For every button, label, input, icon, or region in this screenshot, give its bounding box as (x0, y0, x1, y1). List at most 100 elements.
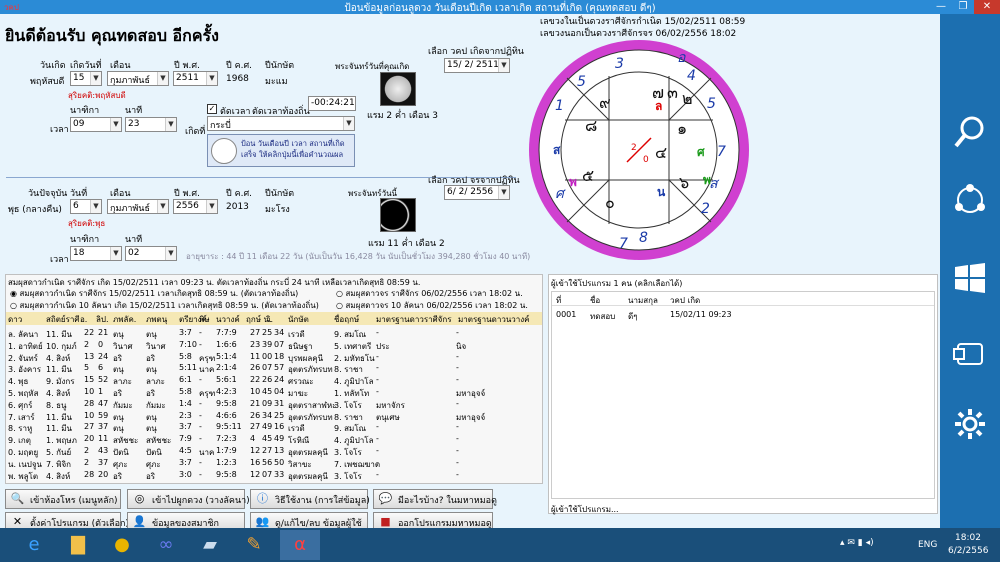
table-cell: 5:8 (179, 387, 192, 396)
radio-birth-10-lagna[interactable]: ○ สมผุสดาวกำเนิด 10 ลัคนา เกิด 15/02/251… (10, 299, 319, 312)
chevron-down-icon: ▼ (110, 247, 121, 260)
devices-icon[interactable] (952, 336, 988, 372)
today-minute-label: นาที (125, 235, 143, 245)
users-panel: ผู้เข้าใช้โปรแกรม 1 คน (คลิกเลือกได้) ที… (548, 274, 938, 514)
tray-icons[interactable]: ▴ ✉ ▮ ◂) (840, 538, 874, 548)
welcome-heading: ยินดีต้อนรับ คุณทดสอบ อีกครั้ง (5, 26, 219, 45)
center-bottom: 0 (643, 155, 649, 165)
table-cell: 10 (250, 387, 261, 396)
today-calendar-select[interactable]: 6/ 2/ 2556 ▼ (444, 185, 510, 200)
table-header: ดาว สถิตย์ราศี อ. ลิป. ภพลัค. ภพตนุ ตรียางค์ พิ… (6, 312, 542, 325)
birth-minute-select[interactable]: 23 ▼ (125, 117, 177, 132)
how-to-use-button[interactable]: ⓘ วิธีใช้งาน (การใส่ข้อมูล) (250, 489, 370, 509)
inner-num-8: ๐ (605, 193, 615, 212)
table-cell: 2 (84, 339, 90, 349)
table-cell: อุตตรผลคุนี (288, 471, 328, 481)
table-cell: 27 (250, 328, 261, 337)
calculate-button[interactable]: ป้อน วันเดือนปี เวลา สถานที่เกิด เสร็จ ใ… (207, 134, 355, 167)
radio-transit-10-lagna[interactable]: ○ สมผุสดาวจร 10 ลัคนา 06/02/2556 เวลา 18… (336, 299, 528, 312)
minimize-button[interactable]: — (930, 0, 952, 14)
language-indicator[interactable]: ENG (918, 540, 937, 550)
file-explorer-icon[interactable]: ▇ (58, 530, 98, 560)
birth-year-label: ปี พ.ศ. (174, 61, 200, 71)
chrome-icon[interactable]: ● (102, 530, 142, 560)
today-moon-image (380, 198, 416, 232)
mark-5: ส (553, 143, 561, 157)
today-month-select[interactable]: กุมภาพันธ์ ▼ (107, 199, 169, 214)
start-icon[interactable] (952, 260, 988, 296)
table-cell: อริ (146, 471, 156, 481)
table-cell: 15 (84, 375, 95, 385)
birth-year-select[interactable]: 2511 ▼ (173, 71, 218, 86)
table-cell: - (456, 363, 459, 373)
chevron-down-icon: ▼ (157, 72, 168, 85)
maximize-button[interactable]: ❐ (952, 0, 974, 14)
table-row[interactable]: พ. พลูโต 4. สิงห์ 28 20 อริ อริ 3:0-9:5:8 12 07 3… (6, 469, 542, 482)
table-cell: 28 (84, 398, 95, 408)
zodiac-wheel-icon (211, 138, 237, 164)
table-header-cell: ชื่อฤกษ์ (334, 315, 360, 324)
table-cell: 24 (98, 351, 109, 361)
main-menu-button[interactable]: 🔍 เข้าห้องโหร (เมนูหลัก) (5, 489, 121, 509)
table-cell: 10 (84, 410, 95, 420)
clock-date[interactable]: 6/2/2556 (948, 546, 988, 556)
users-table-row[interactable]: 0001 ทดสอบ ดีๆ 15/02/11 09:23 (552, 308, 934, 322)
paint-icon[interactable]: ✎ (234, 530, 274, 560)
table-cell: 3:0 (179, 469, 192, 479)
table-cell: - (376, 375, 379, 385)
today-year-select[interactable]: 2556 ▼ (173, 199, 218, 214)
table-cell: 3. โจโร (334, 471, 362, 481)
share-icon[interactable] (952, 182, 988, 218)
today-minute-select[interactable]: 02 ▼ (125, 246, 177, 261)
table-cell: 12 (250, 446, 261, 455)
table-header-cell: ภพตนุ (146, 315, 168, 324)
search-icon[interactable] (952, 114, 988, 150)
inner-num-5: ๕ (582, 166, 594, 185)
local-offset-field[interactable]: -00:24:21 (308, 96, 356, 111)
infinity-icon[interactable]: ∞ (146, 530, 186, 560)
birth-moon-image (380, 72, 416, 106)
table-cell: 47 (98, 398, 109, 408)
table-cell: 45 (262, 434, 273, 444)
table-cell: 26 (250, 410, 261, 420)
birth-date-select[interactable]: 15 ▼ (70, 71, 102, 86)
table-cell: 1:4 (179, 398, 192, 408)
table-cell: - (456, 351, 459, 361)
birth-calendar-select[interactable]: 15/ 2/ 2511 ▼ (444, 58, 510, 73)
notepad-icon[interactable]: ▰ (190, 530, 230, 560)
ie-icon[interactable]: e (14, 530, 54, 560)
today-hour-select[interactable]: 18 ▼ (70, 246, 122, 261)
birth-month-select[interactable]: กุมภาพันธ์ ▼ (107, 71, 169, 86)
table-cell: 6:1 (179, 375, 192, 385)
settings-gear-icon[interactable] (952, 406, 988, 442)
horoscope-wheel[interactable]: 2 0 5 3 4 5 1 7 2 8 7 ศ อ ส ๙ ๗ ๔ ๒ ๑ ๕ … (527, 38, 751, 262)
astrology-app-icon[interactable]: α (280, 530, 320, 560)
outer-num-7: 8 (639, 230, 648, 246)
table-header-cell: วิ. (266, 315, 274, 324)
today-date-select[interactable]: 6 ▼ (70, 199, 102, 214)
table-header-cell: อ. (80, 315, 88, 324)
table-cell: 5 (84, 363, 90, 373)
birth-place-select[interactable]: กระบี่ ▼ (207, 116, 355, 131)
table-cell: 10 (84, 387, 95, 396)
mark-1: พ (569, 175, 577, 189)
chevron-down-icon: ▼ (165, 118, 176, 131)
table-cell: 37 (98, 422, 109, 432)
table-cell: 25 (274, 410, 285, 420)
table-cell: 2:3 (179, 410, 192, 420)
mark-0: ล (655, 99, 662, 113)
close-button[interactable]: ✕ (974, 0, 1000, 14)
table-cell: 2:1:4 (216, 363, 237, 373)
clock-time[interactable]: 18:02 (955, 533, 981, 543)
table-header-cell: มาตรฐานดาวนวางค์ (458, 315, 530, 324)
chevron-down-icon: ▼ (498, 186, 509, 199)
cut-time-checkbox[interactable]: ✓ (207, 104, 217, 114)
birth-minute-label: นาที (125, 106, 143, 116)
birth-hour-select[interactable]: 09 ▼ (70, 117, 122, 132)
table-cell: 13 (274, 446, 285, 455)
table-cell: - (199, 339, 202, 349)
table-cell: 5:1:4 (216, 351, 237, 361)
cast-chart-button[interactable]: ◎ เข้าไปผูกดวง (วางลัคนา) (127, 489, 250, 509)
features-button[interactable]: 💬 มีอะไรบ้าง? ในมหาหมอดู (373, 489, 497, 509)
birth-zodiac-value: มะแม (265, 77, 288, 87)
